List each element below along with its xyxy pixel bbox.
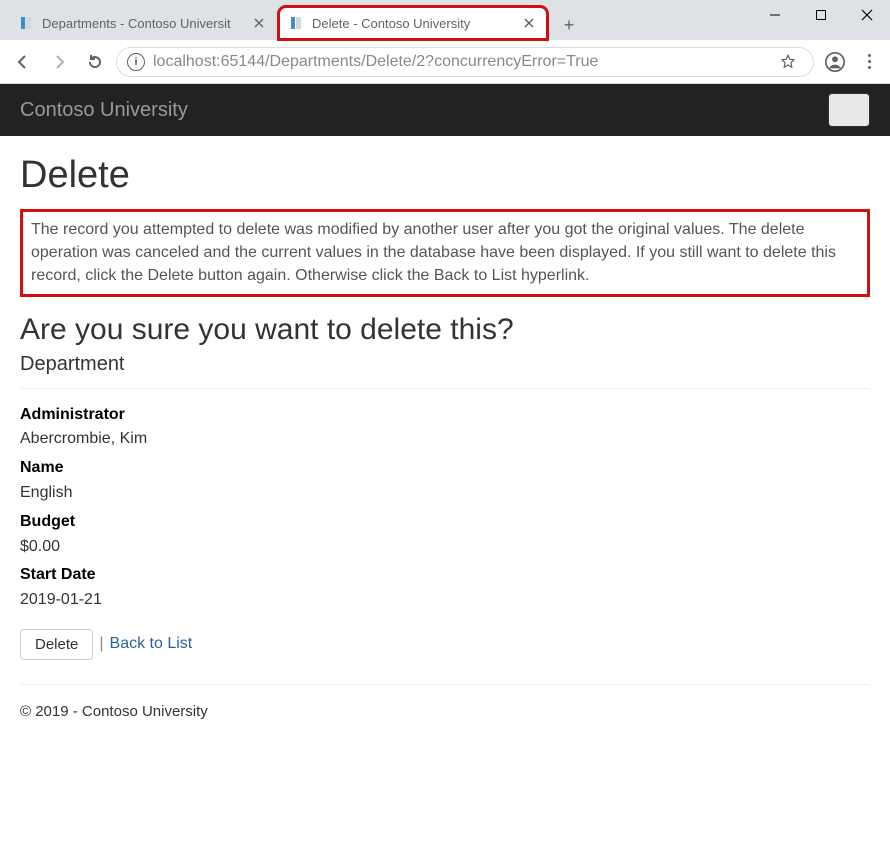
new-tab-button[interactable]: + [554,10,584,40]
site-info-icon[interactable]: i [127,53,145,71]
site-navbar: Contoso University [0,84,890,136]
page-content: Delete The record you attempted to delet… [0,136,890,740]
details-list: Administrator Abercrombie, Kim Name Engl… [20,403,870,613]
divider [20,684,870,685]
maximize-button[interactable] [798,0,844,30]
separator: | [99,635,103,653]
concurrency-error-message: The record you attempted to delete was m… [20,209,870,297]
delete-button[interactable]: Delete [20,629,93,660]
confirm-heading: Are you sure you want to delete this? [20,313,870,347]
administrator-label: Administrator [20,403,870,428]
name-label: Name [20,456,870,481]
browser-titlebar: Departments - Contoso Universit Delete -… [0,0,890,40]
back-button[interactable] [8,47,38,77]
address-bar[interactable]: i [116,47,814,77]
tab-title: Delete - Contoso University [312,16,520,31]
footer-text: © 2019 - Contoso University [20,703,870,720]
page-icon [18,15,34,31]
close-icon[interactable] [250,14,268,32]
actions-row: Delete | Back to List [20,629,870,660]
nav-toggle-button[interactable] [828,93,870,127]
tab-delete-active[interactable]: Delete - Contoso University [278,6,548,40]
bookmark-icon[interactable] [773,47,803,77]
profile-icon[interactable] [820,47,850,77]
window-controls [752,0,890,30]
reload-button[interactable] [80,47,110,77]
tabs-row: Departments - Contoso Universit Delete -… [8,4,584,40]
budget-label: Budget [20,510,870,535]
forward-button[interactable] [44,47,74,77]
menu-icon[interactable] [856,54,882,69]
url-input[interactable] [153,53,765,71]
startdate-value: 2019-01-21 [20,588,870,613]
budget-value: $0.00 [20,535,870,560]
back-to-list-link[interactable]: Back to List [110,635,193,653]
divider [20,388,870,389]
page-title: Delete [20,154,870,197]
browser-toolbar: i [0,40,890,84]
entity-heading: Department [20,353,870,376]
tab-title: Departments - Contoso Universit [42,16,250,31]
brand-link[interactable]: Contoso University [20,99,188,122]
administrator-value: Abercrombie, Kim [20,427,870,452]
close-icon[interactable] [520,14,538,32]
startdate-label: Start Date [20,563,870,588]
page-icon [288,15,304,31]
close-window-button[interactable] [844,0,890,30]
tab-departments[interactable]: Departments - Contoso Universit [8,6,278,40]
minimize-button[interactable] [752,0,798,30]
name-value: English [20,481,870,506]
